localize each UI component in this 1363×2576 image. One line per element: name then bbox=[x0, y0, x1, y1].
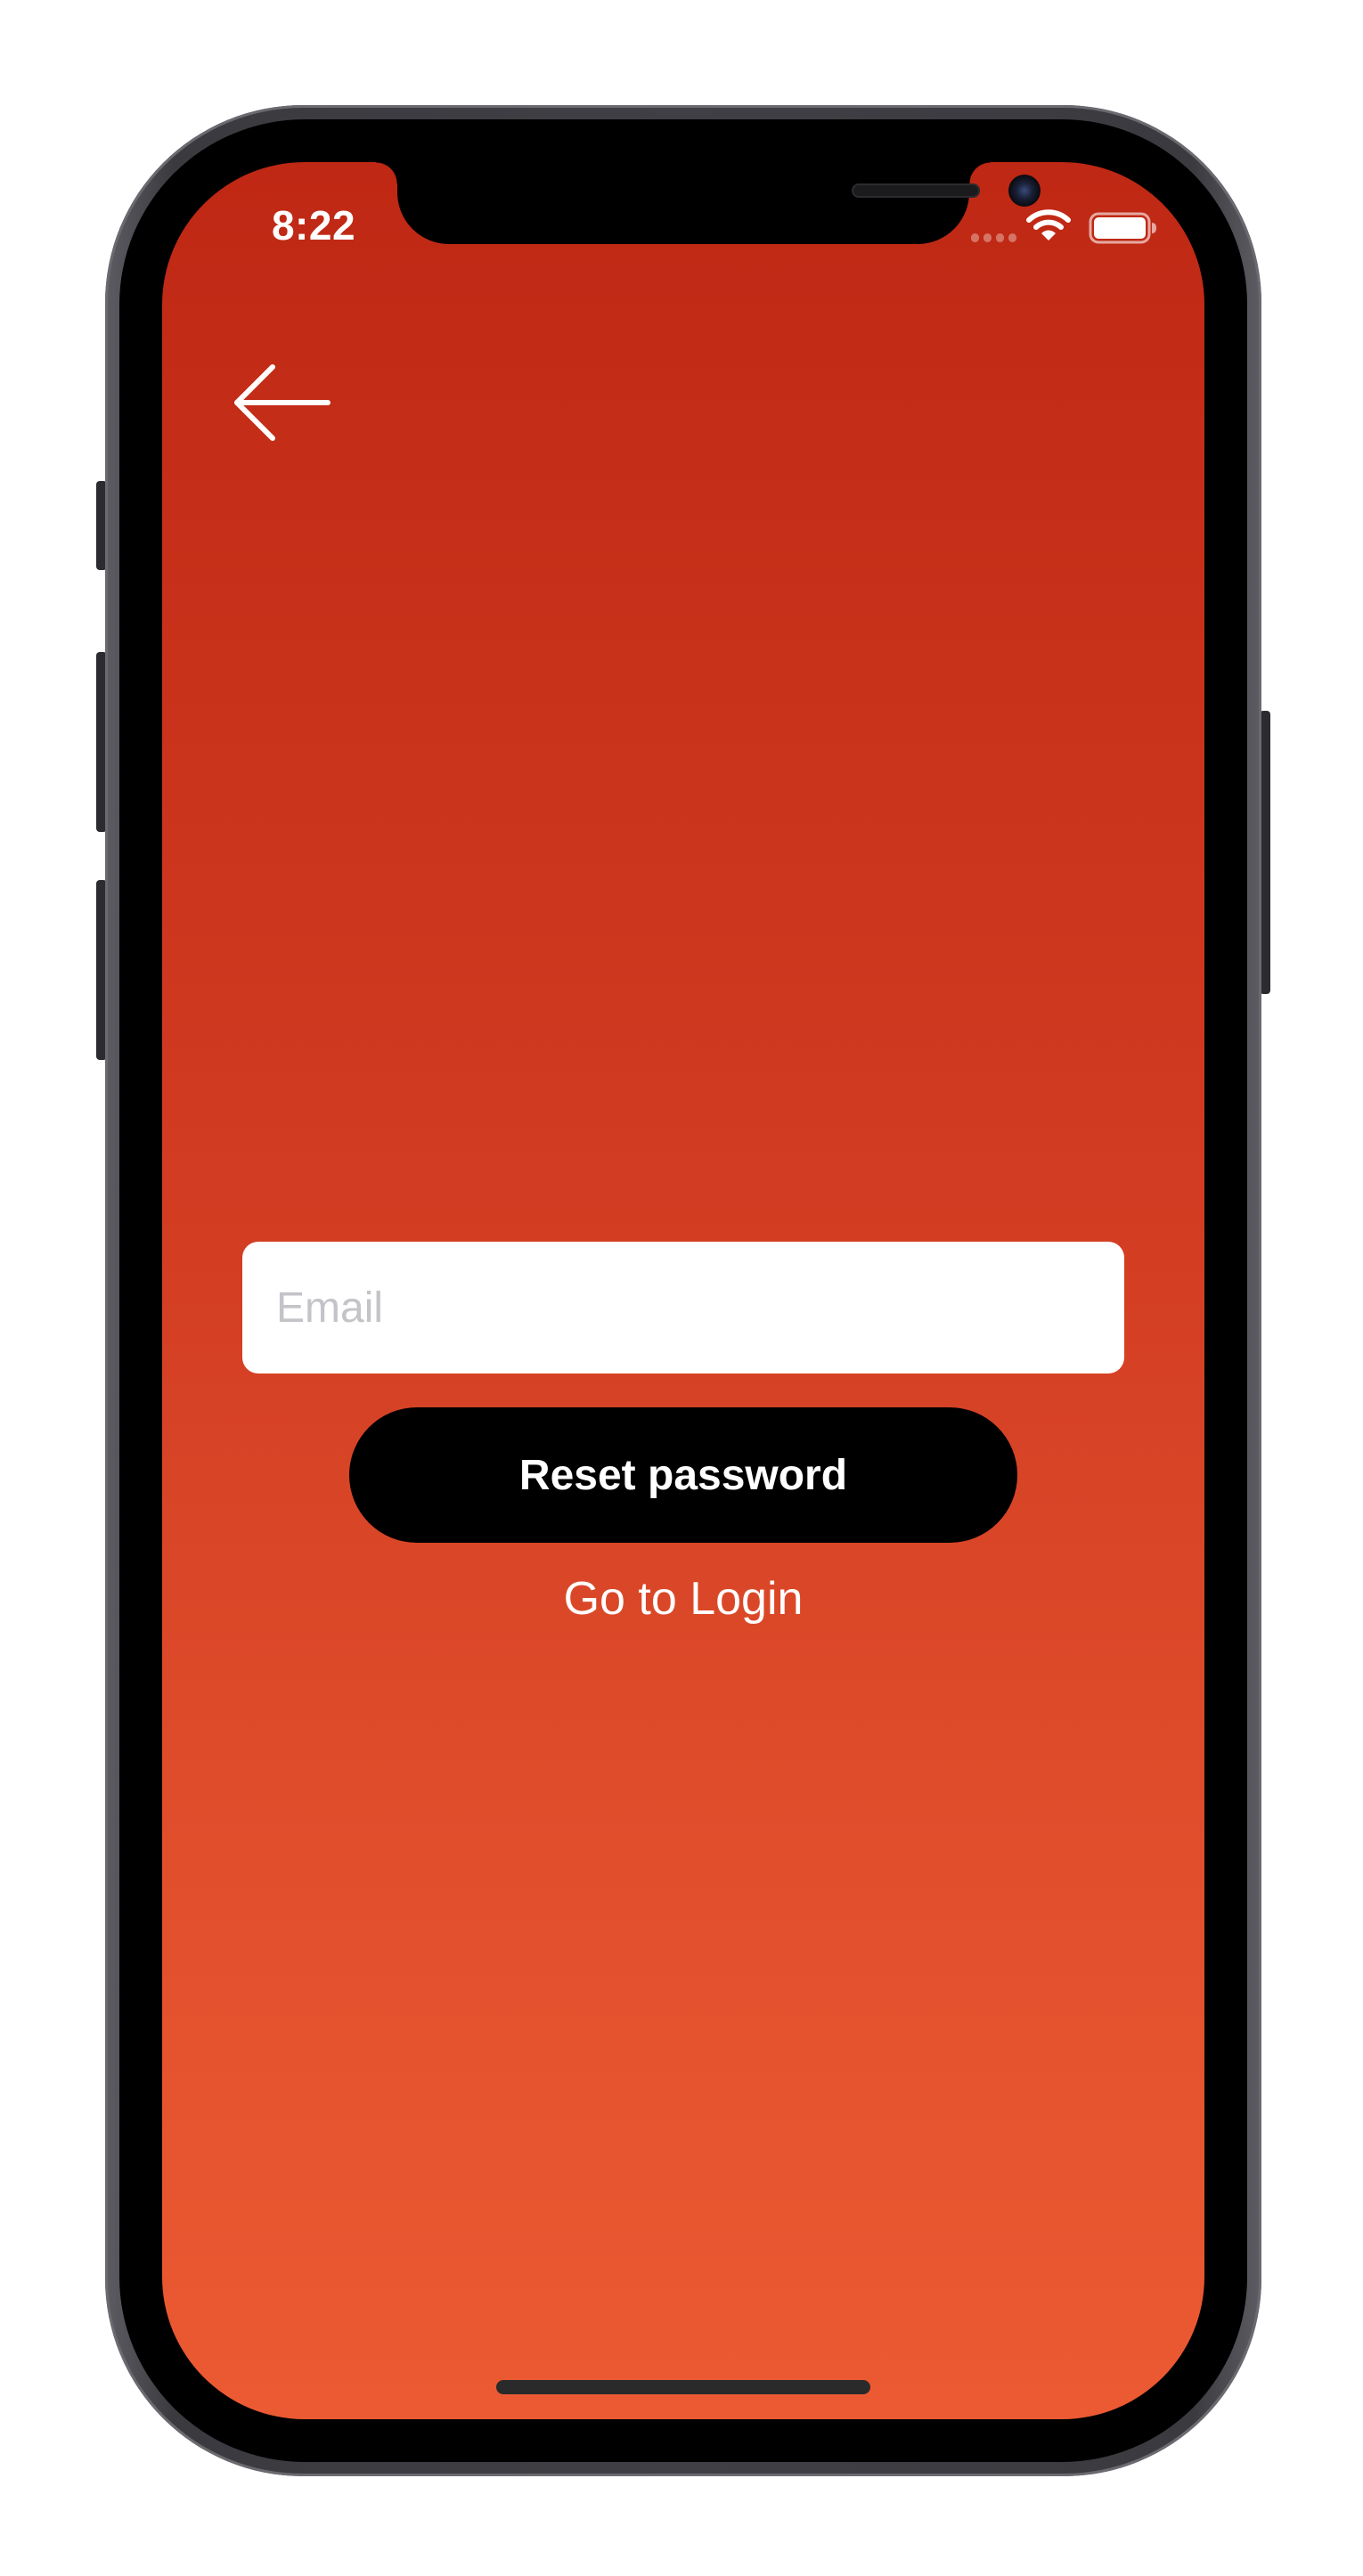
battery-icon bbox=[1089, 212, 1156, 244]
go-to-login-link[interactable]: Go to Login bbox=[416, 1568, 951, 1630]
home-indicator[interactable] bbox=[496, 2380, 870, 2394]
front-camera bbox=[1008, 175, 1041, 207]
app-screen: 8:22 Reset password Go to Login bbox=[162, 162, 1204, 2419]
email-field[interactable] bbox=[242, 1242, 1124, 1374]
status-time: 8:22 bbox=[271, 202, 356, 249]
wifi-icon bbox=[1026, 209, 1071, 240]
notch bbox=[376, 162, 1041, 244]
earpiece-speaker bbox=[852, 183, 980, 198]
signal-icon bbox=[971, 233, 1021, 242]
device-mockup: 8:22 Reset password Go to Login bbox=[0, 0, 1363, 2576]
arrow-left-icon bbox=[234, 364, 331, 441]
reset-password-button[interactable]: Reset password bbox=[349, 1407, 1017, 1543]
back-button[interactable] bbox=[232, 363, 331, 442]
